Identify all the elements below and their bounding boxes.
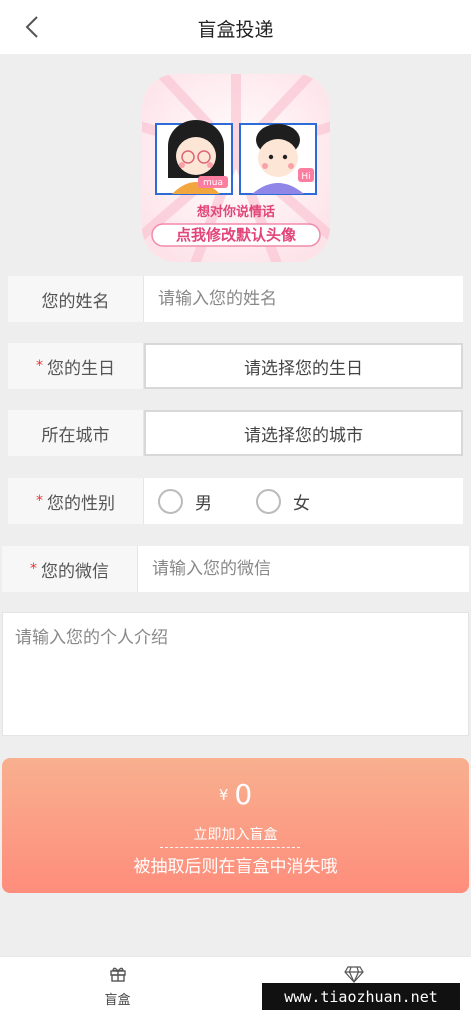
- birthday-picker[interactable]: 请选择您的生日: [144, 343, 463, 389]
- gender-option-label: 男: [195, 494, 212, 514]
- gender-radio-male[interactable]: 男: [158, 489, 212, 514]
- avatar-slogan-top: 想对你说情话: [197, 204, 275, 220]
- name-label: 您的姓名: [8, 276, 144, 322]
- diamond-icon: [343, 966, 364, 983]
- name-row: 您的姓名: [8, 276, 463, 322]
- gender-radio-female[interactable]: 女: [256, 489, 310, 514]
- birthday-label: * 您的生日: [8, 343, 144, 389]
- wechat-row: * 您的微信: [2, 546, 469, 592]
- birthday-row: * 您的生日 请选择您的生日: [8, 343, 463, 389]
- wechat-input[interactable]: [138, 546, 469, 592]
- radio-circle-icon: [158, 489, 183, 514]
- avatar-upload[interactable]: mua Hi 想对你说情话 点我修改默认头像: [142, 74, 330, 262]
- page-title: 盲盒投递: [197, 19, 274, 41]
- wechat-label: * 您的微信: [2, 546, 138, 592]
- radio-circle-icon: [256, 489, 281, 514]
- dashed-divider: [160, 847, 300, 848]
- gender-row: * 您的性别 男 女: [8, 478, 463, 524]
- avatar-tag-mua: mua: [203, 178, 223, 188]
- join-description: 被抽取后则在盲盒中消失哦: [133, 857, 338, 877]
- avatar-slogan-bottom: 点我修改默认头像: [176, 226, 297, 244]
- required-mark: *: [36, 358, 43, 374]
- required-mark: *: [30, 561, 37, 577]
- currency-symbol: ¥: [218, 786, 229, 804]
- watermark: www.tiaozhuan.net: [262, 983, 460, 1010]
- name-input[interactable]: [144, 276, 463, 322]
- top-bar: 盲盒投递: [0, 0, 471, 54]
- tab-label: 盲盒: [104, 993, 131, 1008]
- city-picker[interactable]: 请选择您的城市: [144, 410, 463, 456]
- tab-blindbox[interactable]: 盲盒: [0, 957, 235, 1014]
- gift-icon: [109, 967, 126, 982]
- city-label: 所在城市: [8, 410, 144, 456]
- required-mark: *: [36, 493, 43, 509]
- join-label: 立即加入盲盒: [193, 827, 278, 843]
- gender-option-label: 女: [293, 494, 310, 514]
- gender-label: * 您的性别: [8, 478, 144, 524]
- intro-textarea[interactable]: [2, 612, 469, 736]
- avatar-tag-hi: Hi: [301, 172, 310, 182]
- price-amount: 0: [234, 778, 253, 811]
- city-row: 所在城市 请选择您的城市: [8, 410, 463, 456]
- price: ¥0: [2, 778, 469, 811]
- join-blindbox-button[interactable]: ¥0 立即加入盲盒 被抽取后则在盲盒中消失哦: [2, 758, 469, 893]
- avatar-image: mua Hi 想对你说情话 点我修改默认头像: [142, 74, 330, 262]
